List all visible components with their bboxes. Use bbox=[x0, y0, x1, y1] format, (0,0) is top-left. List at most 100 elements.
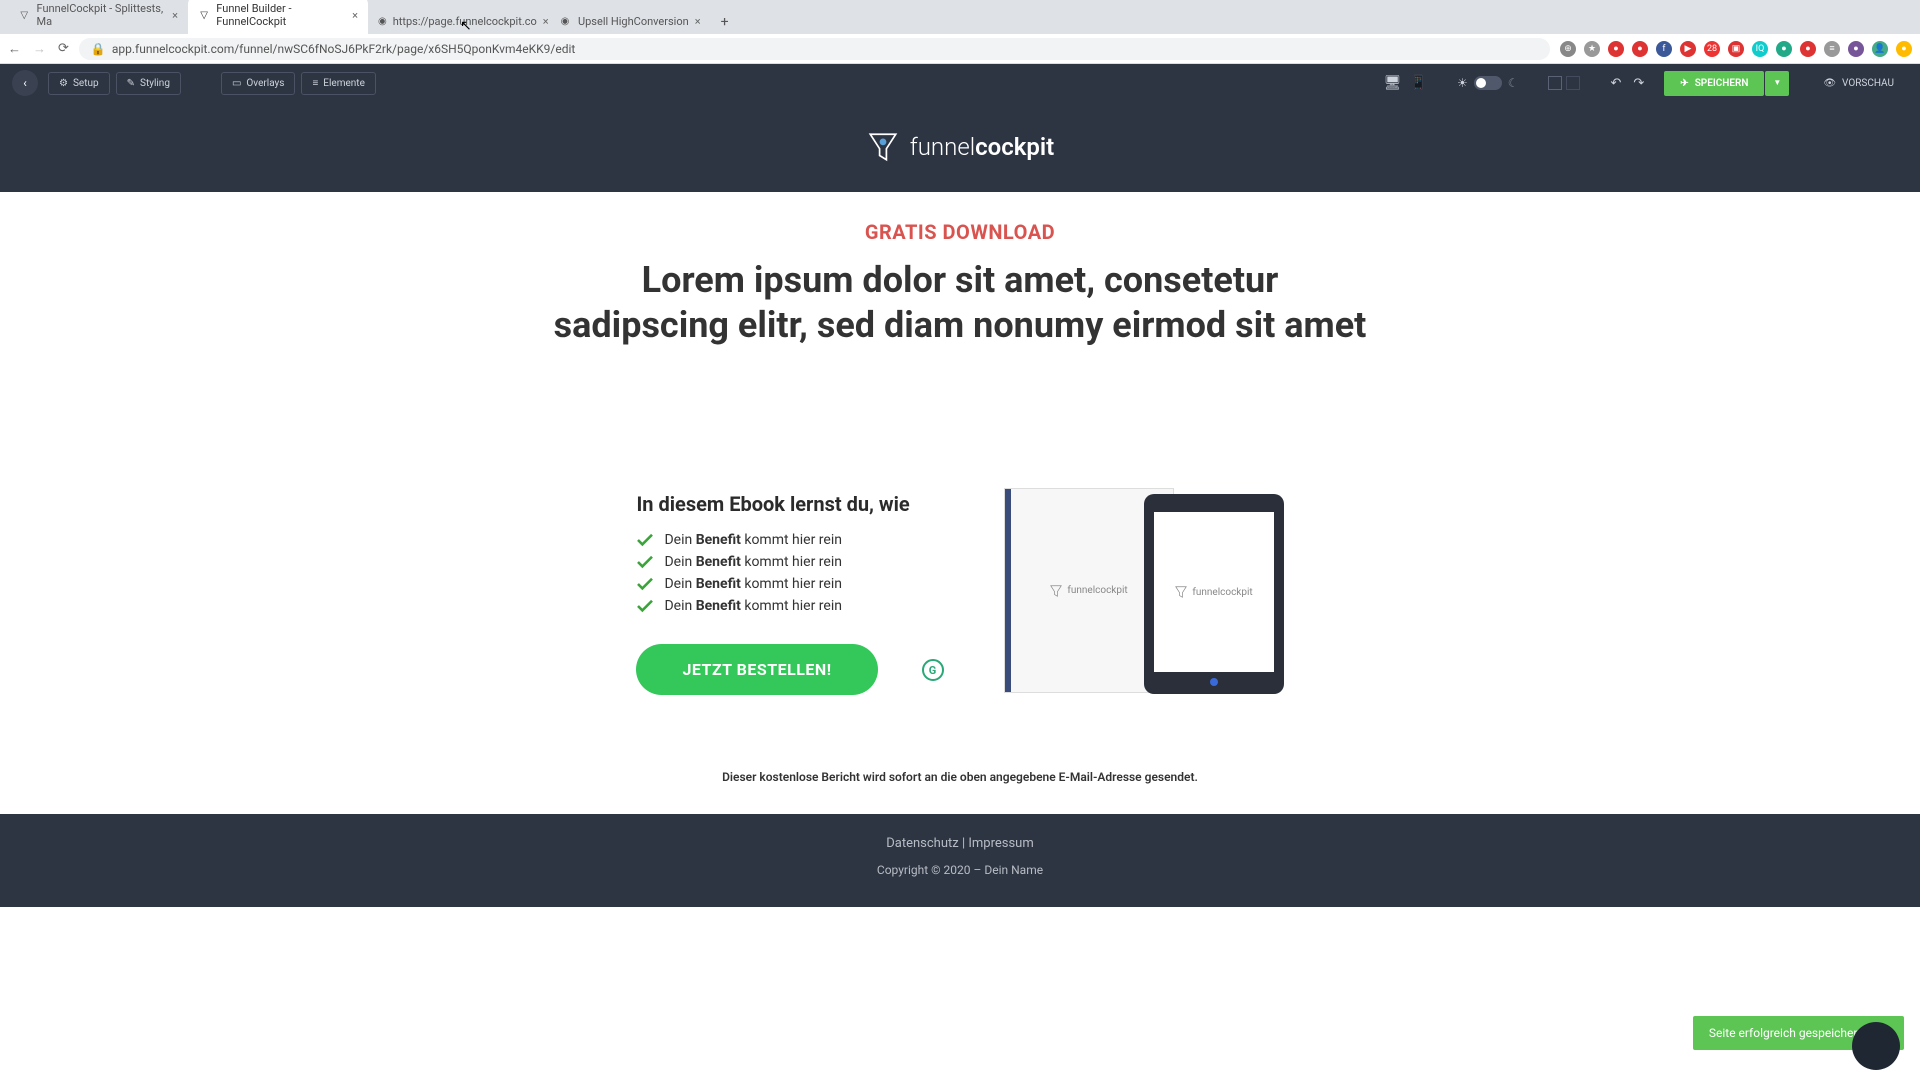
ext-icon[interactable]: ▣ bbox=[1728, 41, 1744, 57]
styling-button[interactable]: ✎Styling bbox=[116, 72, 181, 95]
cta-button[interactable]: JETZT BESTELLEN! bbox=[636, 644, 877, 695]
pencil-icon: ✎ bbox=[127, 78, 135, 89]
close-icon[interactable]: × bbox=[695, 15, 701, 28]
save-dropdown[interactable]: ▼ bbox=[1765, 71, 1789, 96]
hero-text: GRATIS DOWNLOAD Lorem ipsum dolor sit am… bbox=[0, 192, 1920, 348]
brand-text-bold: cockpit bbox=[975, 133, 1054, 161]
overlays-label: Overlays bbox=[246, 78, 284, 89]
url-bar[interactable]: 🔒 app.funnelcockpit.com/funnel/nwSC6fNoS… bbox=[79, 38, 1550, 60]
toggle-switch[interactable] bbox=[1474, 76, 1502, 90]
preview-button[interactable]: 👁 VORSCHAU bbox=[1809, 71, 1908, 96]
check-icon bbox=[636, 577, 654, 591]
eye-icon: 👁 bbox=[1823, 78, 1836, 89]
browser-tab-1[interactable]: ▽ Funnel Builder - FunnelCockpit × bbox=[188, 0, 368, 34]
ext-icon[interactable]: ● bbox=[1776, 41, 1792, 57]
check-icon bbox=[636, 555, 654, 569]
ext-icon[interactable]: IQ bbox=[1752, 41, 1768, 57]
reload-icon[interactable]: ⟳ bbox=[58, 41, 69, 57]
new-tab-button[interactable]: + bbox=[711, 10, 739, 34]
layout-option[interactable] bbox=[1566, 76, 1580, 90]
browser-chrome: ▽ FunnelCockpit - Splittests, Ma × ▽ Fun… bbox=[0, 0, 1920, 64]
close-icon[interactable]: × bbox=[352, 9, 358, 22]
gear-icon: ⚙ bbox=[59, 78, 68, 89]
grammarly-badge[interactable]: G bbox=[922, 659, 944, 681]
tab-strip: ▽ FunnelCockpit - Splittests, Ma × ▽ Fun… bbox=[0, 0, 1920, 34]
tab-title: FunnelCockpit - Splittests, Ma bbox=[37, 2, 167, 28]
setup-label: Setup bbox=[73, 78, 99, 89]
editor-toolbar: ‹ ⚙ Setup ✎Styling ▭Overlays ≡ Elemente 🖥 … bbox=[0, 64, 1920, 102]
url-text: app.funnelcockpit.com/funnel/nwSC6fNoSJ6… bbox=[112, 42, 576, 56]
funnel-icon bbox=[866, 130, 900, 164]
layout-toggle[interactable] bbox=[1538, 76, 1590, 90]
forward-icon[interactable]: → bbox=[33, 41, 46, 57]
content-row: In diesem Ebook lernst du, wie Dein Bene… bbox=[0, 348, 1920, 758]
mini-brand: funnelcockpit bbox=[1192, 587, 1252, 598]
desktop-icon[interactable]: 🖥 bbox=[1384, 75, 1402, 91]
layout-option[interactable] bbox=[1548, 76, 1562, 90]
copyright-text[interactable]: Copyright © 2020 – Dein Name bbox=[0, 863, 1920, 877]
browser-tab-3[interactable]: ◉ Upsell HighConversion × bbox=[548, 8, 711, 34]
save-button[interactable]: ✈SPEICHERN bbox=[1664, 71, 1764, 96]
browser-tab-0[interactable]: ▽ FunnelCockpit - Splittests, Ma × bbox=[8, 0, 188, 34]
list-icon: ≡ bbox=[312, 78, 318, 89]
ext-icon[interactable]: ● bbox=[1632, 41, 1648, 57]
footer-link-impressum[interactable]: Impressum bbox=[968, 836, 1033, 851]
toast-message: Seite erfolgreich gespeichert! bbox=[1709, 1026, 1865, 1040]
brand-logo: funnelcockpit bbox=[866, 130, 1054, 164]
page-footer: Datenschutz | Impressum Copyright © 2020… bbox=[0, 814, 1920, 907]
ext-icon[interactable]: ● bbox=[1608, 41, 1624, 57]
benefit-item[interactable]: Dein Benefit kommt hier rein bbox=[636, 554, 943, 570]
check-icon bbox=[636, 533, 654, 547]
brand-text-light: funnel bbox=[910, 133, 975, 161]
undo-icon[interactable]: ↶ bbox=[1610, 76, 1621, 91]
back-icon[interactable]: ← bbox=[8, 41, 21, 57]
footer-link-datenschutz[interactable]: Datenschutz bbox=[886, 836, 958, 851]
setup-button[interactable]: ⚙ Setup bbox=[48, 72, 110, 95]
favicon-icon: ▽ bbox=[18, 8, 31, 22]
ext-icon[interactable]: ⊕ bbox=[1560, 41, 1576, 57]
sun-icon: ☀ bbox=[1457, 76, 1468, 90]
theme-toggle[interactable]: ☀ ☾ bbox=[1447, 76, 1529, 90]
mobile-icon[interactable]: 📱 bbox=[1410, 75, 1427, 91]
elemente-label: Elemente bbox=[323, 78, 365, 89]
chat-widget[interactable] bbox=[1852, 1022, 1900, 1070]
editor-canvas[interactable]: funnelcockpit GRATIS DOWNLOAD Lorem ipsu… bbox=[0, 102, 1920, 1080]
ebook-text-block[interactable]: In diesem Ebook lernst du, wie Dein Bene… bbox=[636, 492, 943, 695]
tablet-mockup: funnelcockpit bbox=[1144, 494, 1284, 694]
ext-icon[interactable]: ▶ bbox=[1680, 41, 1696, 57]
moon-icon: ☾ bbox=[1508, 76, 1519, 90]
benefit-item[interactable]: Dein Benefit kommt hier rein bbox=[636, 576, 943, 592]
ext-icon[interactable]: ★ bbox=[1584, 41, 1600, 57]
benefit-item[interactable]: Dein Benefit kommt hier rein bbox=[636, 598, 943, 614]
editor-back-button[interactable]: ‹ bbox=[12, 70, 38, 96]
close-icon[interactable]: × bbox=[172, 9, 178, 22]
ext-icon[interactable]: f bbox=[1656, 41, 1672, 57]
redo-icon[interactable]: ↷ bbox=[1633, 76, 1644, 91]
mini-brand: funnelcockpit bbox=[1067, 585, 1127, 596]
product-mockup[interactable]: funnelcockpit funnelcockpit bbox=[1004, 488, 1284, 698]
headline[interactable]: Lorem ipsum dolor sit amet, consetetur s… bbox=[550, 258, 1370, 348]
ext-icon[interactable]: ≡ bbox=[1824, 41, 1840, 57]
funnel-icon bbox=[1174, 585, 1188, 599]
lock-icon: 🔒 bbox=[91, 42, 106, 56]
hero-header: funnelcockpit bbox=[0, 102, 1920, 192]
ext-icon[interactable]: 28 bbox=[1704, 41, 1720, 57]
disclaimer-text[interactable]: Dieser kostenlose Bericht wird sofort an… bbox=[0, 758, 1920, 814]
kicker[interactable]: GRATIS DOWNLOAD bbox=[20, 220, 1900, 244]
ext-icon[interactable]: ● bbox=[1800, 41, 1816, 57]
funnel-icon bbox=[1049, 584, 1063, 598]
tab-title: Upsell HighConversion bbox=[578, 15, 689, 28]
browser-tab-2[interactable]: ◉ https://page.funnelcockpit.co × bbox=[368, 8, 548, 34]
check-icon bbox=[636, 599, 654, 613]
benefit-item[interactable]: Dein Benefit kommt hier rein bbox=[636, 532, 943, 548]
favicon-icon: ▽ bbox=[198, 8, 210, 22]
device-toggle[interactable]: 🖥 📱 bbox=[1374, 75, 1437, 91]
elemente-button[interactable]: ≡ Elemente bbox=[301, 72, 375, 95]
avatar[interactable]: 👤 bbox=[1872, 41, 1888, 57]
overlays-button[interactable]: ▭Overlays bbox=[221, 72, 296, 95]
preview-label: VORSCHAU bbox=[1842, 78, 1894, 89]
menu-icon[interactable]: ● bbox=[1896, 41, 1912, 57]
ext-icon[interactable]: ● bbox=[1848, 41, 1864, 57]
ebook-heading[interactable]: In diesem Ebook lernst du, wie bbox=[636, 492, 943, 516]
footer-links: Datenschutz | Impressum bbox=[0, 836, 1920, 851]
